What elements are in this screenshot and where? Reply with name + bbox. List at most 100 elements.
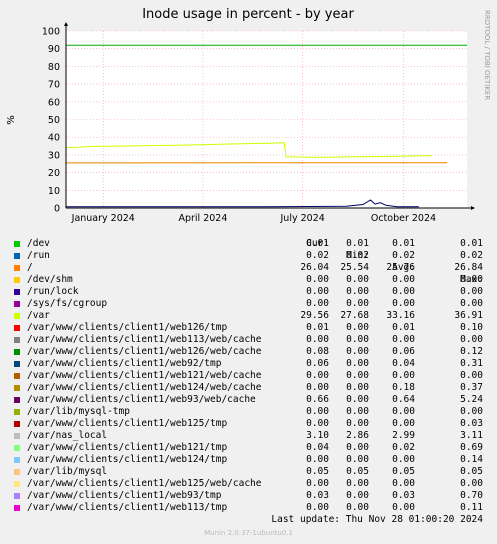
y-tick-label: 60 xyxy=(48,97,60,108)
y-tick-label: 30 xyxy=(48,150,60,161)
legend-avg-value: 0.00 xyxy=(392,274,415,285)
legend-avg-value: 0.04 xyxy=(392,358,415,369)
legend-row: /run/lock 0.00 0.00 0.00 0.00 xyxy=(0,286,497,298)
legend-avg-value: 0.18 xyxy=(392,382,415,393)
legend-max-value: 0.00 xyxy=(460,298,483,309)
y-tick-label: 20 xyxy=(48,168,60,179)
legend-name: /run xyxy=(27,250,50,261)
legend-row: /var/www/clients/client1/web124/tmp 0.00 0… xyxy=(0,454,497,466)
legend-max-value: 0.70 xyxy=(460,490,483,501)
legend-avg-value: 2.99 xyxy=(392,430,415,441)
legend-row: /var/www/clients/client1/web93/tmp 0.03 0.… xyxy=(0,490,497,502)
legend-row: /var/www/clients/client1/web121/web/cach… xyxy=(0,370,497,382)
legend-name: /var/www/clients/client1/web113/tmp xyxy=(27,502,228,513)
legend-name: /var/www/clients/client1/web92/tmp xyxy=(27,358,222,369)
legend-name: /var/www/clients/client1/web124/tmp xyxy=(27,454,228,465)
legend-name: /sys/fs/cgroup xyxy=(27,298,108,309)
legend-swatch xyxy=(14,421,20,427)
legend-swatch xyxy=(14,433,20,439)
x-tick-label: October 2024 xyxy=(371,213,436,224)
legend-max-value: 0.14 xyxy=(460,454,483,465)
legend-avg-value: 0.00 xyxy=(392,454,415,465)
chart: Inode usage in percent - by year RRDTOOL… xyxy=(6,7,491,224)
legend-avg-value: 0.01 xyxy=(392,238,415,249)
legend-avg-value: 0.00 xyxy=(392,418,415,429)
legend-avg-value: 33.16 xyxy=(386,310,415,321)
legend-swatch xyxy=(14,313,20,319)
x-ticks: January 2024 April 2024 July 2024 October 2… xyxy=(71,213,436,224)
legend-row: /var/www/clients/client1/web121/tmp 0.04 0… xyxy=(0,442,497,454)
legend-name: / xyxy=(27,262,33,273)
x-axis-arrow xyxy=(471,206,475,210)
legend-max-value: 3.11 xyxy=(460,430,483,441)
legend-name: /dev xyxy=(27,238,50,249)
legend-swatch xyxy=(14,373,20,379)
legend-max-value: 0.31 xyxy=(460,358,483,369)
legend-name: /var/www/clients/client1/web126/tmp xyxy=(27,322,228,333)
legend-name: /var/www/clients/client1/web124/web/cach… xyxy=(27,382,262,393)
legend-row: /dev 0.01 0.01 0.01 0.01 xyxy=(0,238,497,250)
legend-max-value: 0.12 xyxy=(460,346,483,357)
legend-name: /var/lib/mysql xyxy=(27,466,108,477)
legend-max-value: 0.00 xyxy=(460,478,483,489)
legend-max-value: 0.10 xyxy=(460,322,483,333)
legend-swatch xyxy=(14,301,20,307)
legend-avg-value: 0.00 xyxy=(392,334,415,345)
legend-max-value: 0.03 xyxy=(460,418,483,429)
legend-avg-value: 0.02 xyxy=(392,250,415,261)
y-tick-label: 70 xyxy=(48,80,60,91)
legend-avg-value: 0.00 xyxy=(392,478,415,489)
legend-row: /var/www/clients/client1/web113/tmp 0.00 0… xyxy=(0,502,497,514)
legend-avg-value: 0.03 xyxy=(392,490,415,501)
legend-max-value: 0.69 xyxy=(460,442,483,453)
legend-max-value: 0.01 xyxy=(460,238,483,249)
legend-name: /var/www/clients/client1/web93/tmp xyxy=(27,490,222,501)
legend-swatch xyxy=(14,265,20,271)
legend-name: /dev/shm xyxy=(27,274,73,285)
legend-swatch xyxy=(14,361,20,367)
legend-row: /var/www/clients/client1/web93/web/cache… xyxy=(0,394,497,406)
legend-max-value: 0.11 xyxy=(460,502,483,513)
y-tick-label: 80 xyxy=(48,62,60,73)
legend-swatch xyxy=(14,277,20,283)
legend-name: /var/www/clients/client1/web121/web/cach… xyxy=(27,370,262,381)
legend-avg-value: 0.01 xyxy=(392,322,415,333)
legend-name: /var/www/clients/client1/web121/tmp xyxy=(27,442,228,453)
rrdtool-credit: RRDTOOL / TOBI OETIKER xyxy=(483,10,491,100)
legend-name: /run/lock xyxy=(27,286,79,297)
legend-swatch xyxy=(14,253,20,259)
y-tick-label: 90 xyxy=(48,44,60,55)
legend-swatch xyxy=(14,505,20,511)
legend-row: /var 29.56 27.68 33.16 36.91 xyxy=(0,310,497,322)
legend-name: /var/www/clients/client1/web113/web/cach… xyxy=(27,334,262,345)
legend-row: /var/lib/mysql 0.05 0.05 0.05 0.05 xyxy=(0,466,497,478)
legend-row: /var/www/clients/client1/web126/tmp 0.01 0… xyxy=(0,322,497,334)
y-tick-label: 100 xyxy=(42,27,60,38)
legend-avg-value: 0.64 xyxy=(392,394,415,405)
legend-max-value: 0.00 xyxy=(460,334,483,345)
legend-name: /var/lib/mysql-tmp xyxy=(27,406,130,417)
legend-swatch xyxy=(14,241,20,247)
y-tick-label: 40 xyxy=(48,133,60,144)
legend-max-value: 0.00 xyxy=(460,370,483,381)
legend-swatch xyxy=(14,349,20,355)
legend-max-value: 0.37 xyxy=(460,382,483,393)
legend-swatch xyxy=(14,385,20,391)
legend-name: /var/www/clients/client1/web125/tmp xyxy=(27,418,228,429)
legend-row: /var/www/clients/client1/web125/tmp 0.00 0… xyxy=(0,418,497,430)
legend-avg-value: 25.76 xyxy=(386,262,415,273)
last-update: Last update: Thu Nov 28 01:00:20 2024 xyxy=(271,514,483,525)
legend-swatch xyxy=(14,337,20,343)
chart-title: Inode usage in percent - by year xyxy=(142,7,354,22)
legend-row: /26.04 25.54 25.76 26.84 xyxy=(0,262,497,274)
x-tick-label: April 2024 xyxy=(178,213,227,224)
x-tick-label: January 2024 xyxy=(71,213,135,224)
legend-swatch xyxy=(14,469,20,475)
legend-name: /var/www/clients/client1/web126/web/cach… xyxy=(27,346,262,357)
legend-swatch xyxy=(14,409,20,415)
legend-row: /var/www/clients/client1/web126/web/cach… xyxy=(0,346,497,358)
legend-avg-value: 0.06 xyxy=(392,346,415,357)
legend-row: /dev/shm 0.00 0.00 0.00 0.00 xyxy=(0,274,497,286)
legend-max-value: 0.05 xyxy=(460,466,483,477)
legend-swatch xyxy=(14,481,20,487)
